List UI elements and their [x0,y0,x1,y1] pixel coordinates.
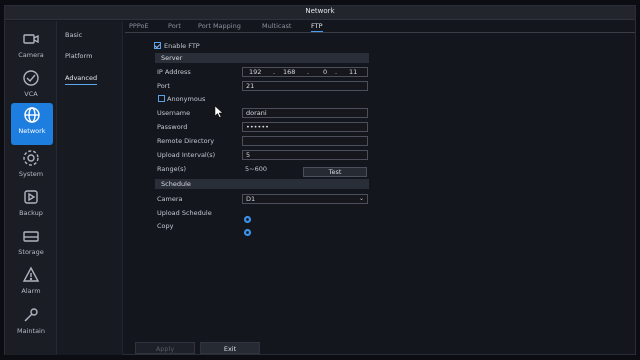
nav-label: Network [18,127,46,135]
enable-ftp-label: Enable FTP [164,42,200,50]
nav-item-storage[interactable]: Storage [9,224,53,260]
upload-interval-label: Upload Interval(s) [157,151,216,159]
wrench-icon [22,306,40,324]
anonymous-checkbox[interactable] [158,95,165,102]
server-section-header: Server [155,53,369,63]
upload-schedule-label: Upload Schedule [157,209,212,217]
sub-nav: Basic Platform Advanced [57,21,123,355]
ip-address-label: IP Address [157,68,191,76]
camera-select-value: D1 [246,195,256,203]
mouse-cursor-icon [215,106,223,118]
tab-port[interactable]: Port [168,22,181,30]
storage-icon [22,227,40,245]
chevron-down-icon: ⌄ [358,195,364,202]
ip-octet-1: 192 [249,68,262,76]
ip-address-field[interactable]: 192 . 168 . 0 . 11 [242,67,368,77]
nav-label: System [18,170,44,178]
nav-item-network[interactable]: Network [11,103,53,145]
tab-bar: PPPoE Port Port Mapping Multicast FTP [125,21,635,33]
play-icon [22,188,40,206]
nav-label: Alarm [21,287,41,295]
exit-button[interactable]: Exit [200,342,260,354]
test-button[interactable]: Test [303,167,367,177]
nav-label: Maintain [17,327,45,335]
apply-button[interactable]: Apply [135,342,195,354]
upload-interval-field[interactable]: 5 [242,150,368,160]
username-field[interactable]: dorani [242,108,368,118]
nav-item-backup[interactable]: Backup [9,185,53,221]
camera-label: Camera [157,195,183,203]
subnav-item-advanced[interactable]: Advanced [65,74,98,85]
copy-label: Copy [157,222,174,230]
nav-label: VCA [24,90,38,98]
password-label: Password [157,123,188,131]
nav-item-camera[interactable]: Camera [9,27,53,63]
ip-octet-4: 11 [349,68,358,76]
window-title: Network [305,7,335,15]
tab-pppoe[interactable]: PPPoE [129,22,149,30]
ip-separator: . [273,68,276,76]
ip-octet-3: 0 [323,68,328,76]
username-label: Username [157,109,191,117]
nav-label: Camera [18,51,44,59]
port-field[interactable]: 21 [242,81,368,91]
tab-multicast[interactable]: Multicast [262,22,291,30]
port-label: Port [157,82,170,90]
nav-label: Backup [19,209,43,217]
tab-ftp[interactable]: FTP [311,22,323,32]
ftp-settings-panel: Enable FTP Server IP Address 192 . 168 .… [125,34,635,354]
camera-icon [22,30,40,48]
ip-separator: . [335,68,338,76]
warning-icon [22,266,40,284]
upload-schedule-gear-icon[interactable] [243,209,252,224]
password-field[interactable]: •••••• [242,122,368,132]
anonymous-label: Anonymous [167,95,206,103]
main-nav: Camera VCA Network System Backup Storage… [5,21,57,355]
ip-separator: . [307,68,310,76]
tab-port-mapping[interactable]: Port Mapping [198,22,241,30]
schedule-section-header: Schedule [155,179,369,189]
gear-icon [22,149,40,167]
nav-item-vca[interactable]: VCA [9,66,53,102]
vca-icon [22,69,40,87]
nav-item-maintain[interactable]: Maintain [9,303,53,339]
title-bar: Network [5,6,635,20]
remote-directory-label: Remote Directory [157,137,215,145]
ip-octet-2: 168 [283,68,296,76]
range-value: 5~600 [245,165,267,173]
globe-icon [23,106,41,124]
enable-ftp-checkbox[interactable] [154,42,161,49]
app-window: Network Camera VCA Network System Backup… [4,5,636,355]
camera-select[interactable]: D1 ⌄ [242,194,368,204]
subnav-item-platform[interactable]: Platform [65,52,92,60]
remote-directory-field[interactable] [242,136,368,146]
nav-label: Storage [18,248,44,256]
copy-gear-icon[interactable] [243,222,252,237]
nav-item-system[interactable]: System [9,146,53,182]
range-label: Range(s) [157,165,187,173]
subnav-item-basic[interactable]: Basic [65,31,82,39]
nav-item-alarm[interactable]: Alarm [9,263,53,299]
